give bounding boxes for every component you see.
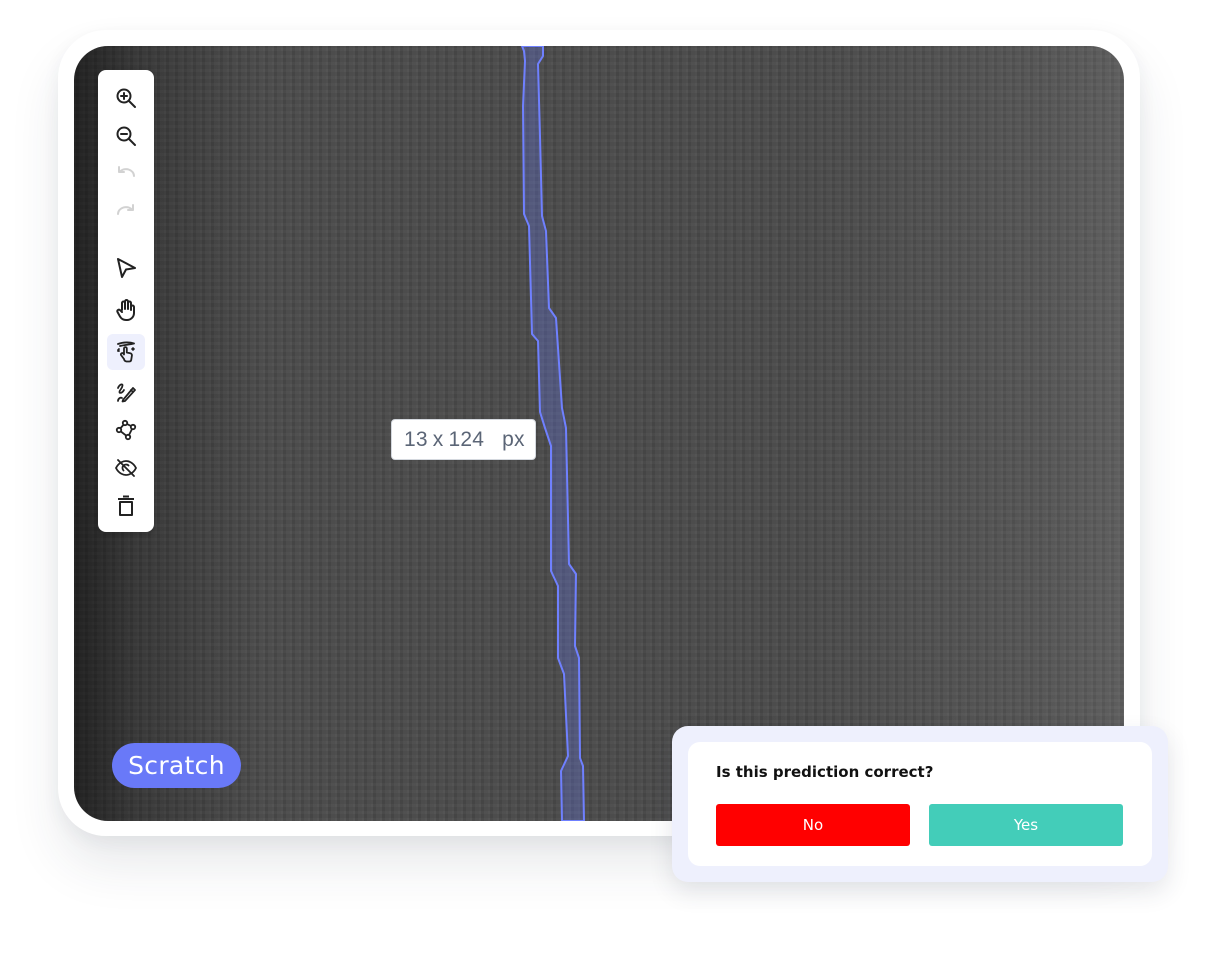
select-tool-button[interactable] (107, 250, 145, 286)
prediction-feedback-panel: Is this prediction correct? No Yes (688, 742, 1152, 866)
zoom-in-icon (116, 88, 136, 108)
zoom-out-button[interactable] (107, 118, 145, 154)
polygon-tool-button[interactable] (107, 412, 145, 448)
redo-icon (117, 204, 134, 215)
size-unit: px (502, 427, 525, 451)
prediction-feedback-card: Is this prediction correct? No Yes (672, 726, 1168, 882)
pan-tool-button[interactable] (107, 292, 145, 328)
yes-button[interactable]: Yes (929, 804, 1123, 846)
no-button[interactable]: No (716, 804, 910, 846)
annotation-size-tooltip: 13 x 124 px (391, 419, 536, 460)
zoom-out-icon (116, 126, 136, 146)
zoom-in-button[interactable] (107, 80, 145, 116)
hand-icon (116, 299, 135, 321)
size-separator: x (432, 427, 444, 451)
brush-tool-button[interactable] (107, 374, 145, 410)
size-height: 124 (448, 427, 485, 451)
hide-annotations-button[interactable] (107, 450, 145, 486)
smart-select-tool-button[interactable] (107, 334, 145, 370)
undo-icon (118, 166, 135, 177)
eye-off-icon (114, 459, 138, 477)
delete-button[interactable] (107, 488, 145, 524)
size-width: 13 (404, 427, 428, 451)
annotation-overlay (521, 46, 585, 821)
pencil-scribble-icon (117, 383, 136, 403)
prediction-question: Is this prediction correct? (716, 763, 934, 781)
trash-icon (118, 495, 134, 516)
pointer-arrow-icon (117, 258, 136, 278)
polygon-icon (115, 419, 137, 441)
annotation-label-badge[interactable]: Scratch (112, 743, 241, 788)
page: 13 x 124 px Scratch Is this prediction c… (0, 0, 1224, 966)
magic-touch-icon (117, 341, 135, 363)
undo-button[interactable] (107, 156, 145, 192)
redo-button[interactable] (107, 194, 145, 230)
annotation-toolbar (98, 70, 154, 532)
image-canvas[interactable] (74, 46, 1124, 821)
